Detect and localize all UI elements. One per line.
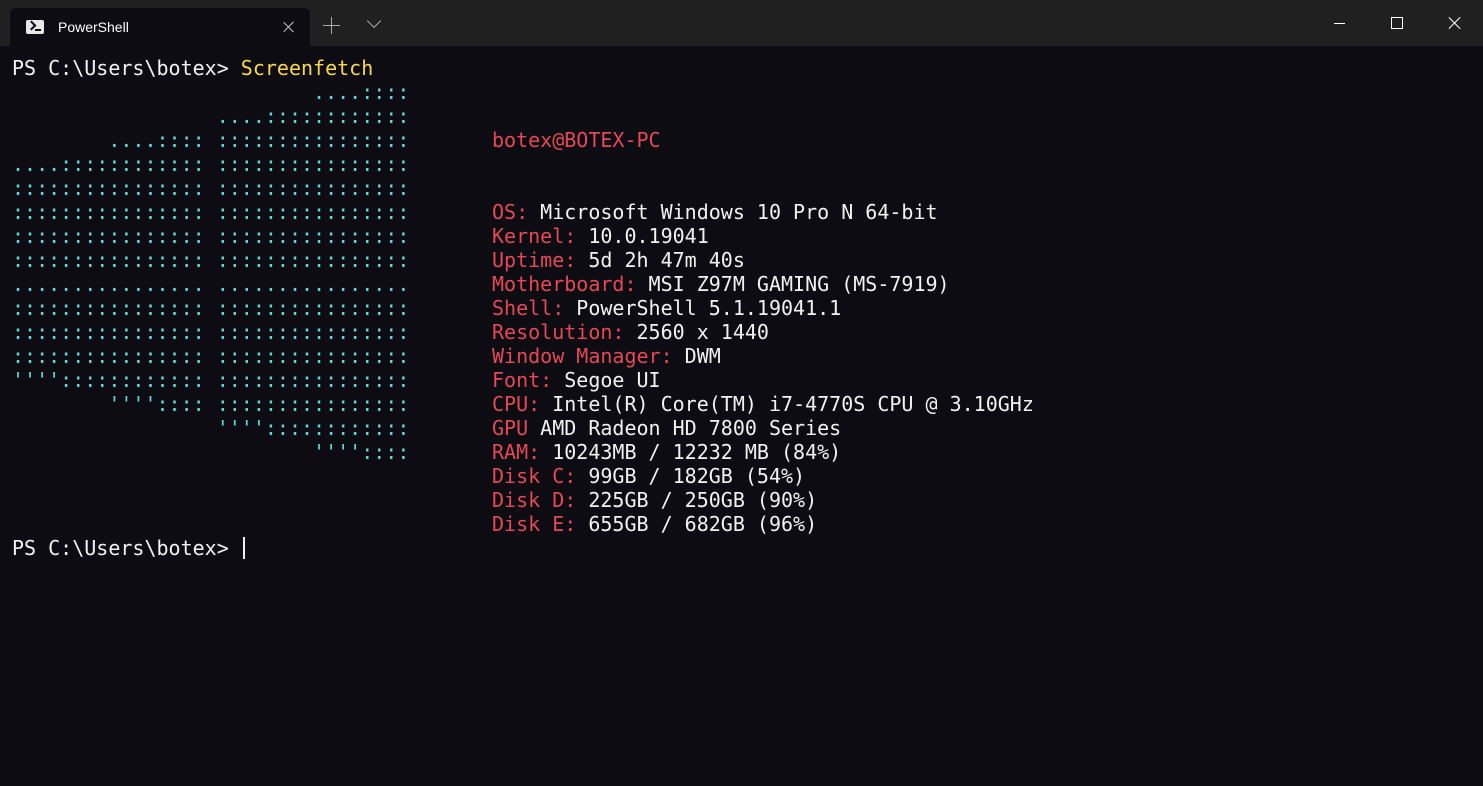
close-tab-icon[interactable] [282, 20, 296, 34]
info-value: MSI Z97M GAMING (MS-7919) [648, 272, 950, 296]
info-label: Disk D: [492, 488, 589, 512]
info-value: Intel(R) Core(TM) i7-4770S CPU @ 3.10GHz [552, 392, 1034, 416]
logo-line: :::::::::::::::: :::::::::::::::: [12, 176, 410, 200]
logo-line: :::::::::::::::: :::::::::::::::: [12, 248, 410, 272]
info-value: 5d 2h 47m 40s [588, 248, 745, 272]
terminal-input-line[interactable]: PS C:\Users\botex> [12, 536, 245, 560]
info-row: Font: Segoe UI [492, 368, 1034, 392]
info-row: Motherboard: MSI Z97M GAMING (MS-7919) [492, 272, 1034, 296]
system-info: botex@BOTEX-PC OS: Microsoft Windows 10 … [492, 80, 1034, 560]
logo-line: ....:::::::::::: :::::::::::::::: [12, 152, 410, 176]
logo-line: ....:::: [12, 80, 410, 104]
terminal-prompt-line: PS C:\Users\botex> Screenfetch [12, 56, 373, 80]
logo-line: '''':::: :::::::::::::::: [12, 392, 410, 416]
info-label: Disk E: [492, 512, 589, 536]
text-cursor [242, 537, 245, 559]
logo-line: ....:::::::::::: [12, 104, 410, 128]
info-row: Window Manager: DWM [492, 344, 1034, 368]
logo-line: :::::::::::::::: :::::::::::::::: [12, 224, 410, 248]
tab-powershell[interactable]: PowerShell [10, 8, 310, 46]
info-row: Uptime: 5d 2h 47m 40s [492, 248, 1034, 272]
info-label: Uptime: [492, 248, 589, 272]
info-value: 10.0.19041 [588, 224, 709, 248]
info-value: 99GB / 182GB (54%) [588, 464, 806, 488]
logo-line: ....:::: :::::::::::::::: [12, 128, 410, 152]
command: Screenfetch [240, 56, 374, 80]
close-window-button[interactable] [1425, 0, 1483, 46]
logo-line: '''':::: [12, 440, 410, 464]
info-row: RAM: 10243MB / 12232 MB (84%) [492, 440, 1034, 464]
info-value: Microsoft Windows 10 Pro N 64-bit [540, 200, 938, 224]
info-value: PowerShell 5.1.19041.1 [576, 296, 842, 320]
info-label: RAM: [492, 440, 553, 464]
info-value: 2560 x 1440 [636, 320, 769, 344]
maximize-button[interactable] [1368, 0, 1426, 46]
logo-line: ................ ................ [12, 272, 410, 296]
logo-line: '''':::::::::::: [12, 416, 410, 440]
info-row: CPU: Intel(R) Core(TM) i7-4770S CPU @ 3.… [492, 392, 1034, 416]
info-row: GPU AMD Radeon HD 7800 Series [492, 416, 1034, 440]
info-label: CPU: [492, 392, 553, 416]
windows-ascii-logo: ....:::: ....:::::::::::: ....:::: :::::… [12, 80, 409, 464]
info-label: Shell: [492, 296, 577, 320]
info-label: Disk C: [492, 464, 589, 488]
title-bar: PowerShell [0, 0, 1483, 46]
powershell-icon [26, 20, 44, 34]
logo-line: :::::::::::::::: :::::::::::::::: [12, 200, 410, 224]
logo-line: :::::::::::::::: :::::::::::::::: [12, 344, 410, 368]
logo-line: :::::::::::::::: :::::::::::::::: [12, 296, 410, 320]
info-label: GPU [492, 416, 541, 440]
info-value: 225GB / 250GB (90%) [588, 488, 818, 512]
info-row: Disk D: 225GB / 250GB (90%) [492, 488, 1034, 512]
logo-line: :::::::::::::::: :::::::::::::::: [12, 320, 410, 344]
info-label: OS: [492, 200, 541, 224]
info-row: Kernel: 10.0.19041 [492, 224, 1034, 248]
tab-title: PowerShell [58, 19, 129, 35]
info-value: DWM [684, 344, 721, 368]
info-row: Shell: PowerShell 5.1.19041.1 [492, 296, 1034, 320]
info-label: Resolution: [492, 320, 637, 344]
info-row: OS: Microsoft Windows 10 Pro N 64-bit [492, 200, 1034, 224]
info-value: 10243MB / 12232 MB (84%) [552, 440, 842, 464]
prompt: PS C:\Users\botex> [12, 56, 241, 80]
new-tab-button[interactable] [322, 16, 342, 36]
info-label: Motherboard: [492, 272, 649, 296]
logo-line: '''':::::::::::: :::::::::::::::: [12, 368, 410, 392]
info-label: Font: [492, 368, 565, 392]
info-value: 655GB / 682GB (96%) [588, 512, 818, 536]
minimize-button[interactable] [1311, 0, 1369, 46]
info-row: Disk C: 99GB / 182GB (54%) [492, 464, 1034, 488]
info-label: Kernel: [492, 224, 589, 248]
info-label: Window Manager: [492, 344, 685, 368]
user-host: botex@BOTEX-PC [492, 128, 661, 152]
info-row: Resolution: 2560 x 1440 [492, 320, 1034, 344]
prompt: PS C:\Users\botex> [12, 536, 241, 560]
info-value: AMD Radeon HD 7800 Series [540, 416, 842, 440]
tab-dropdown-button[interactable] [366, 16, 384, 32]
info-row: Disk E: 655GB / 682GB (96%) [492, 512, 1034, 536]
info-value: Segoe UI [564, 368, 661, 392]
